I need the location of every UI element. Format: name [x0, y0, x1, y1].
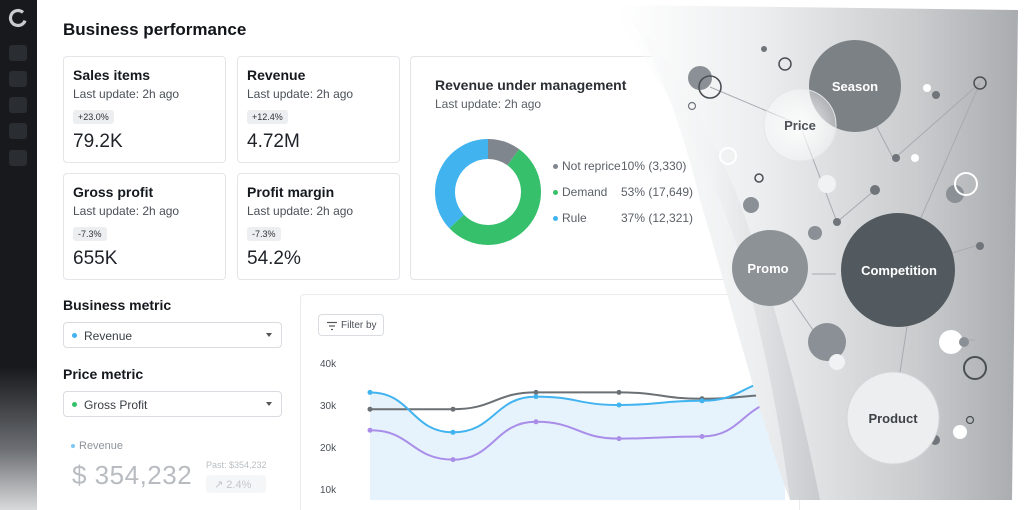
- filter-label: Filter by: [341, 320, 377, 331]
- data-point[interactable]: [782, 392, 788, 397]
- kpi-subtitle: Last update: 2h ago: [247, 204, 354, 218]
- data-point[interactable]: [782, 398, 788, 404]
- revenue-dot-icon: [71, 444, 75, 449]
- change-badge: +23.0%: [73, 110, 114, 124]
- chevron-down-icon: [266, 333, 272, 337]
- line-chart: 40k 30k 20k 10k: [320, 359, 788, 500]
- revenue-summary-label: Revenue: [71, 440, 123, 452]
- kpi-title: Sales items: [73, 67, 151, 83]
- kpi-title: Revenue: [247, 67, 306, 83]
- card-title: Revenue under management: [435, 77, 627, 93]
- data-point[interactable]: [533, 394, 539, 400]
- select-value: Revenue: [84, 329, 133, 343]
- legend-label: Not reprice: [562, 159, 621, 173]
- data-point[interactable]: [367, 427, 373, 433]
- kpi-value: 4.72M: [247, 131, 300, 152]
- business-metric-title: Business metric: [63, 297, 172, 313]
- delta-badge: ↗ 2.4%: [206, 475, 266, 493]
- bubble-product[interactable]: Product: [846, 371, 940, 465]
- y-tick-label: 40k: [320, 359, 337, 370]
- price-metric-title: Price metric: [63, 366, 144, 382]
- legend-label: Rule: [562, 211, 587, 225]
- nav-item-1-icon[interactable]: [9, 45, 27, 61]
- legend-item-rule: Rule 37% (12,321): [553, 211, 693, 225]
- kpi-value: 79.2K: [73, 131, 123, 152]
- data-point[interactable]: [782, 377, 788, 383]
- data-point[interactable]: [367, 406, 373, 412]
- revenue-under-management-card: Revenue under management Last update: 2h…: [410, 56, 790, 280]
- change-badge: -7.3%: [73, 227, 107, 241]
- legend-label: Demand: [562, 185, 608, 199]
- kpi-card-profit-margin[interactable]: Profit margin Last update: 2h ago -7.3% …: [237, 173, 400, 280]
- donut-chart: [435, 139, 541, 245]
- metric-dot-icon: [72, 402, 77, 407]
- data-point[interactable]: [367, 389, 373, 395]
- data-point[interactable]: [450, 457, 456, 463]
- select-value: Gross Profit: [84, 398, 148, 412]
- y-tick-label: 10k: [320, 485, 337, 496]
- kpi-card-sales-items[interactable]: Sales items Last update: 2h ago +23.0% 7…: [63, 56, 226, 163]
- data-point[interactable]: [533, 419, 539, 425]
- revenue-summary-value: $ 354,232: [72, 460, 193, 490]
- chevron-down-icon: [266, 402, 272, 406]
- business-metric-select[interactable]: Revenue: [63, 322, 282, 348]
- app-logo-icon[interactable]: [7, 7, 29, 29]
- kpi-card-revenue[interactable]: Revenue Last update: 2h ago +12.4% 4.72M: [237, 56, 400, 163]
- donut-slice-rule[interactable]: [435, 139, 489, 229]
- kpi-subtitle: Last update: 2h ago: [247, 87, 354, 101]
- data-point[interactable]: [699, 398, 705, 404]
- card-subtitle: Last update: 2h ago: [435, 97, 542, 111]
- kpi-subtitle: Last update: 2h ago: [73, 204, 180, 218]
- legend-dot-icon: [553, 190, 558, 196]
- data-point[interactable]: [699, 434, 705, 439]
- nav-item-2-icon[interactable]: [9, 71, 27, 87]
- legend-dot-icon: [553, 164, 558, 170]
- nav-item-5-icon[interactable]: [9, 150, 27, 166]
- legend-item-demand: Demand 53% (17,649): [553, 185, 693, 199]
- donut-slice-not-reprice[interactable]: [487, 139, 520, 166]
- bubble-competition[interactable]: Competition: [841, 213, 955, 327]
- metric-dot-icon: [72, 333, 77, 338]
- data-point[interactable]: [450, 429, 456, 435]
- bubble-season-label: Season: [832, 79, 878, 94]
- data-point[interactable]: [616, 389, 622, 395]
- price-metric-select[interactable]: Gross Profit: [63, 391, 282, 417]
- past-value-label: Past: $354,232: [206, 460, 267, 470]
- y-tick-label: 30k: [320, 401, 337, 412]
- kpi-subtitle: Last update: 2h ago: [73, 87, 180, 101]
- left-nav-rail: [0, 0, 37, 510]
- filter-icon: [327, 321, 337, 331]
- bubble-season[interactable]: Season: [809, 40, 901, 132]
- nav-item-4-icon[interactable]: [9, 123, 27, 139]
- legend-value: 53% (17,649): [621, 185, 694, 199]
- legend-value: 37% (12,321): [621, 211, 694, 225]
- data-point[interactable]: [616, 402, 622, 408]
- page-title: Business performance: [63, 20, 247, 39]
- nav-item-3-icon[interactable]: [9, 97, 27, 113]
- donut-slice-demand[interactable]: [449, 149, 541, 245]
- kpi-title: Gross profit: [73, 184, 154, 200]
- bubble-product-label: Product: [868, 411, 918, 426]
- change-badge: +12.4%: [247, 110, 288, 124]
- kpi-card-gross-profit[interactable]: Gross profit Last update: 2h ago -7.3% 6…: [63, 173, 226, 280]
- y-tick-label: 20k: [320, 443, 337, 454]
- data-point[interactable]: [450, 406, 456, 412]
- legend-value: 10% (3,330): [621, 159, 687, 173]
- data-point[interactable]: [616, 436, 622, 442]
- legend-item-not-reprice: Not reprice 10% (3,330): [553, 159, 686, 173]
- filter-button[interactable]: Filter by: [318, 314, 384, 336]
- kpi-value: 655K: [73, 248, 118, 269]
- kpi-value: 54.2%: [247, 248, 301, 269]
- change-badge: -7.3%: [247, 227, 281, 241]
- revenue-label-text: Revenue: [79, 440, 124, 452]
- kpi-title: Profit margin: [247, 184, 335, 200]
- bubble-competition-label: Competition: [861, 263, 937, 278]
- legend-dot-icon: [553, 216, 558, 222]
